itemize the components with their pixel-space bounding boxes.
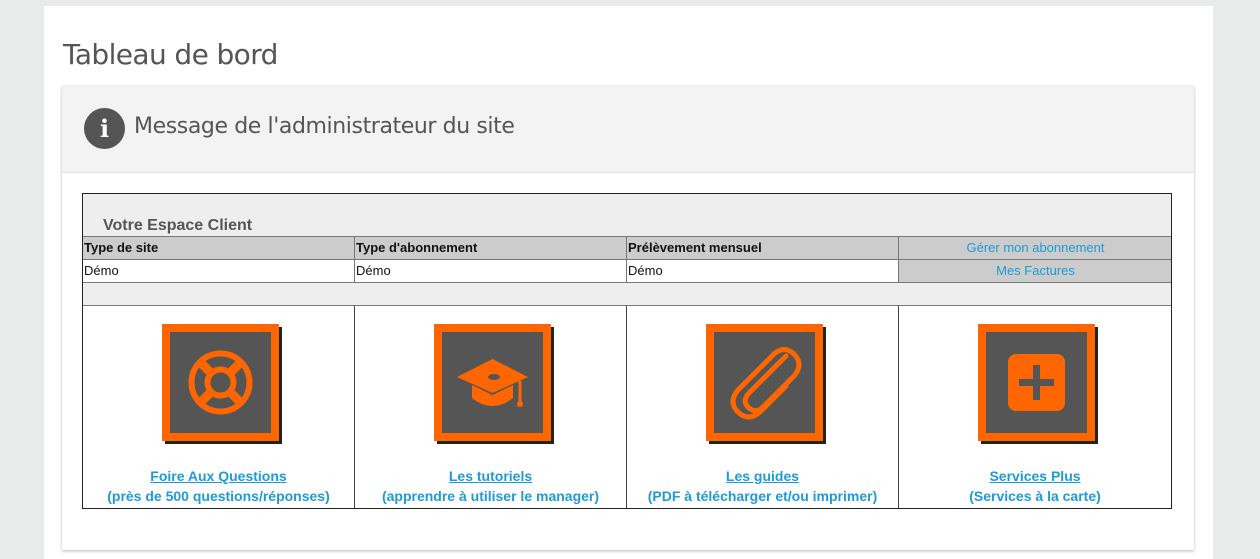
paperclip-icon[interactable] [706,324,823,441]
faq-subtitle[interactable]: (près de 500 questions/réponses) [83,488,354,504]
espace-client-title: Votre Espace Client [103,217,253,234]
tutorials-link[interactable]: Les tutoriels [355,468,626,484]
guides-subtitle[interactable]: (PDF à télécharger et/ou imprimer) [627,488,898,504]
separator-row [83,282,1171,306]
espace-client-header: Votre Espace Client [83,194,1171,236]
plus-square-icon[interactable] [978,324,1095,441]
services-plus-subtitle[interactable]: (Services à la carte) [899,488,1171,504]
lifebuoy-icon[interactable] [162,324,279,441]
tutorials-subtitle[interactable]: (apprendre à utiliser le manager) [355,488,626,504]
invoices-link[interactable]: Mes Factures [899,260,1171,282]
guides-link[interactable]: Les guides [627,468,898,484]
services-plus-link[interactable]: Services Plus [899,468,1171,484]
panel-title: Message de l'administrateur du site [134,114,515,139]
espace-client-box: Votre Espace Client Type de site Type d'… [82,193,1172,509]
page-container: Tableau de bord i Message de l'administr… [44,6,1213,559]
header-monthly-payment: Prélèvement mensuel [627,237,899,259]
tile-services-plus: Services Plus (Services à la carte) [899,306,1171,508]
value-subscription-type: Démo [355,260,627,282]
subscription-value-row: Démo Démo Démo Mes Factures [83,259,1171,282]
help-tiles: Foire Aux Questions (près de 500 questio… [83,306,1171,508]
tile-tutorials: Les tutoriels (apprendre à utiliser le m… [355,306,627,508]
subscription-header-row: Type de site Type d'abonnement Prélèveme… [83,236,1171,259]
faq-link[interactable]: Foire Aux Questions [83,468,354,484]
info-icon: i [84,108,125,149]
tile-faq: Foire Aux Questions (près de 500 questio… [83,306,355,508]
value-site-type: Démo [83,260,355,282]
header-subscription-type: Type d'abonnement [355,237,627,259]
tile-guides: Les guides (PDF à télécharger et/ou impr… [627,306,899,508]
header-site-type: Type de site [83,237,355,259]
page-title: Tableau de bord [63,38,278,71]
admin-message-panel: i Message de l'administrateur du site Vo… [62,86,1194,550]
value-monthly-payment: Démo [627,260,899,282]
manage-subscription-link[interactable]: Gérer mon abonnement [899,237,1171,259]
panel-header: i Message de l'administrateur du site [62,86,1194,173]
graduation-cap-icon[interactable] [434,324,551,441]
